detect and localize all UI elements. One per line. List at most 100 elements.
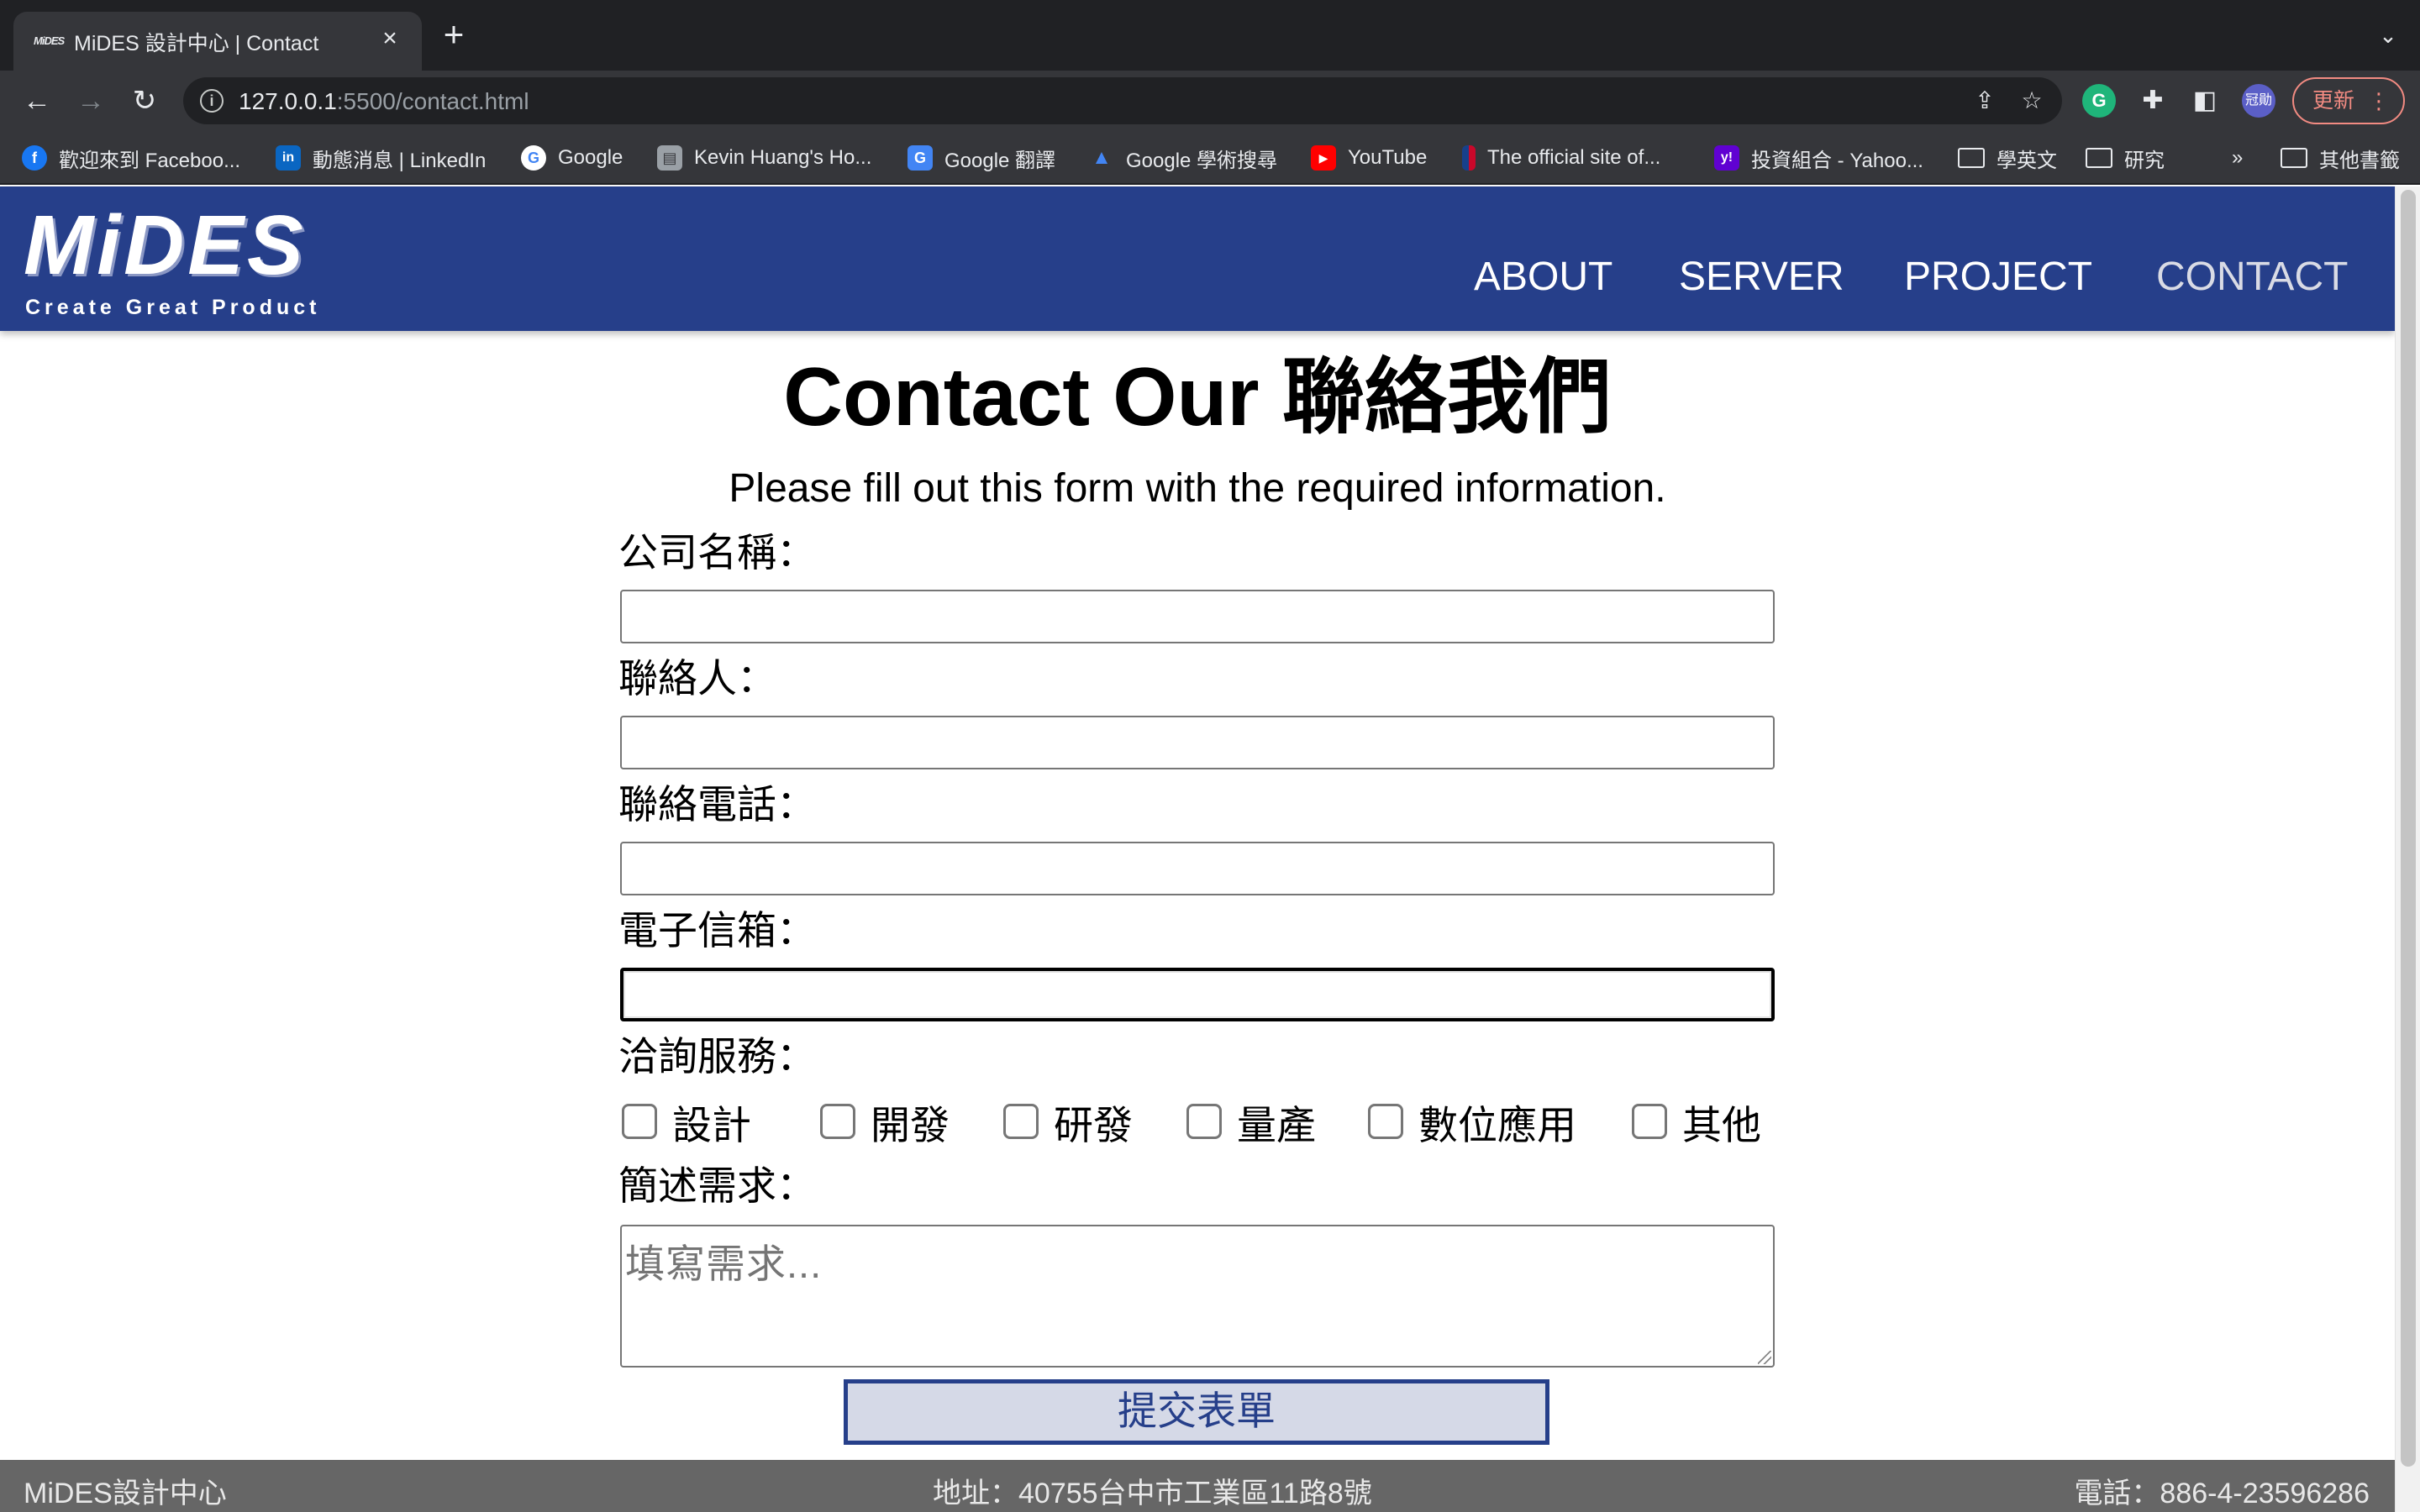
bookmark-label: 歡迎來到 Faceboo... [59,149,241,172]
other-bookmarks[interactable]: 其他書籤 [2281,143,2400,173]
company-name-input[interactable] [620,590,1775,643]
forward-arrow-icon[interactable]: → [74,84,108,118]
service-design-option[interactable]: 設計 [622,1092,751,1151]
bookmark-nba[interactable]: The official site of... [1462,143,1660,173]
bookmark-kevin-huang[interactable]: ▤ Kevin Huang's Ho... [657,143,871,173]
extensions-puzzle-icon[interactable]: ✚ [2136,84,2170,118]
bookmark-google-scholar[interactable]: ▲ Google 學術搜尋 [1089,143,1277,173]
service-production-option[interactable]: 量產 [1186,1092,1316,1151]
bookmark-star-icon[interactable]: ☆ [2018,87,2045,114]
update-label: 更新 [2312,89,2355,113]
submit-form-button[interactable]: 提交表單 [844,1379,1549,1445]
bookmark-label: Google 翻譯 [944,149,1056,172]
site-header: MiDES Create Great Product ABOUT SERVER … [0,186,2395,331]
service-development-option[interactable]: 開發 [820,1092,950,1151]
bookmark-label: Kevin Huang's Ho... [694,146,872,169]
url-host: 127.0.0.1 [239,88,337,114]
tab-search-chevron-icon[interactable]: ⌄ [2375,22,2402,49]
nav-contact[interactable]: CONTACT [2156,255,2348,299]
nav-project[interactable]: PROJECT [1904,255,2092,299]
company-label: 公司名稱： [618,530,816,575]
youtube-icon: ▶ [1311,145,1336,171]
site-favicon-icon: MiDES [34,34,65,47]
bookmark-label: 研究 [2124,149,2165,172]
bookmark-google-translate[interactable]: G Google 翻譯 [908,143,1055,173]
bookmark-facebook[interactable]: f 歡迎來到 Faceboo... [22,143,240,173]
other-bookmarks-label: 其他書籤 [2319,149,2400,172]
needs-label: 簡述需求： [618,1163,816,1208]
new-tab-icon[interactable]: + [439,17,469,52]
menu-dots-icon: ⋮ [2368,88,2390,113]
logo-tagline: Create Great Product [25,296,321,319]
services-label: 洽詢服務： [618,1034,816,1079]
phone-input[interactable] [620,842,1775,895]
profile-avatar[interactable]: 冠勛 [2242,84,2275,118]
address-bar[interactable]: i 127.0.0.1:5500/contact.html ⇪ ☆ [183,77,2062,124]
page-viewport: MiDES Create Great Product ABOUT SERVER … [0,186,2420,1512]
bookmark-folder-english[interactable]: 學英文 [1958,143,2057,173]
checkbox[interactable] [820,1104,855,1139]
service-digital-option[interactable]: 數位應用 [1368,1092,1576,1151]
checkbox-label: 量產 [1237,1102,1316,1147]
bookmark-google[interactable]: G Google [521,143,623,173]
scrollbar-thumb[interactable] [2401,190,2416,1467]
bookmark-linkedin[interactable]: in 動態消息 | LinkedIn [276,143,486,173]
service-rnd-option[interactable]: 研發 [1003,1092,1133,1151]
side-panel-icon[interactable]: ◧ [2188,84,2222,118]
checkbox-label: 數位應用 [1418,1102,1576,1147]
needs-placeholder: 填寫需求... [625,1242,823,1286]
share-icon[interactable]: ⇪ [1971,87,1998,114]
bookmark-label: 動態消息 | LinkedIn [313,149,487,172]
bookmark-label: Google 學術搜尋 [1126,149,1278,172]
checkbox-label: 設計 [672,1102,751,1147]
phone-label: 聯絡電話： [618,782,816,827]
checkbox[interactable] [1186,1104,1222,1139]
site-info-icon[interactable]: i [200,89,224,113]
services-checkbox-group: 設計 開發 研發 量產 數位應用 其他 [622,1092,1781,1151]
back-arrow-icon[interactable]: ← [20,84,54,118]
reload-icon[interactable]: ↻ [128,84,161,118]
page-scrollbar[interactable] [2395,186,2420,1512]
contact-person-label: 聯絡人： [618,656,776,701]
page-subtitle: Please fill out this form with the requi… [729,466,1666,511]
email-input[interactable] [620,968,1775,1021]
footer-phone: 電話：886-4-23596286 [2074,1478,2370,1509]
folder-icon [2281,148,2307,168]
update-button[interactable]: 更新 ⋮ [2292,77,2405,124]
scholar-icon: ▲ [1092,146,1112,169]
url-path: :5500/contact.html [336,88,529,114]
resize-handle-icon[interactable] [1758,1351,1771,1364]
bookmarks-overflow-icon[interactable]: » [2232,143,2243,173]
folder-icon [2086,148,2112,168]
bookmark-label: The official site of... [1487,146,1661,169]
checkbox[interactable] [1003,1104,1039,1139]
nba-icon [1462,145,1476,171]
close-tab-icon[interactable]: × [376,25,403,52]
bookmark-youtube[interactable]: ▶ YouTube [1311,143,1427,173]
bookmark-label: YouTube [1348,146,1428,169]
checkbox[interactable] [1632,1104,1667,1139]
email-label: 電子信箱： [618,908,816,953]
address-url[interactable]: 127.0.0.1:5500/contact.html [239,88,529,115]
bookmark-folder-research[interactable]: 研究 [2086,143,2165,173]
bookmark-label: 學英文 [1996,149,2057,172]
browser-tab-active[interactable]: MiDES MiDES 設計中心 | Contact × [13,12,422,71]
bookmark-label: 投資組合 - Yahoo... [1751,149,1923,172]
grammarly-extension-icon[interactable]: G [2082,84,2116,118]
page-title: Contact Our 聯絡我們 [783,350,1612,443]
contact-person-input[interactable] [620,716,1775,769]
bookmark-yahoo[interactable]: y! 投資組合 - Yahoo... [1714,143,1923,173]
translate-icon: G [908,145,933,171]
google-icon: G [521,145,546,171]
checkbox-label: 開發 [871,1102,950,1147]
service-other-option[interactable]: 其他 [1632,1092,1761,1151]
needs-textarea[interactable]: 填寫需求... [620,1225,1775,1368]
site-logo[interactable]: MiDES [24,203,307,287]
folder-icon [1958,148,1985,168]
nav-server[interactable]: SERVER [1679,255,1844,299]
footer-company-name: MiDES設計中心 [24,1478,227,1509]
checkbox[interactable] [1368,1104,1403,1139]
checkbox[interactable] [622,1104,657,1139]
linkedin-icon: in [276,145,301,171]
nav-about[interactable]: ABOUT [1474,255,1612,299]
